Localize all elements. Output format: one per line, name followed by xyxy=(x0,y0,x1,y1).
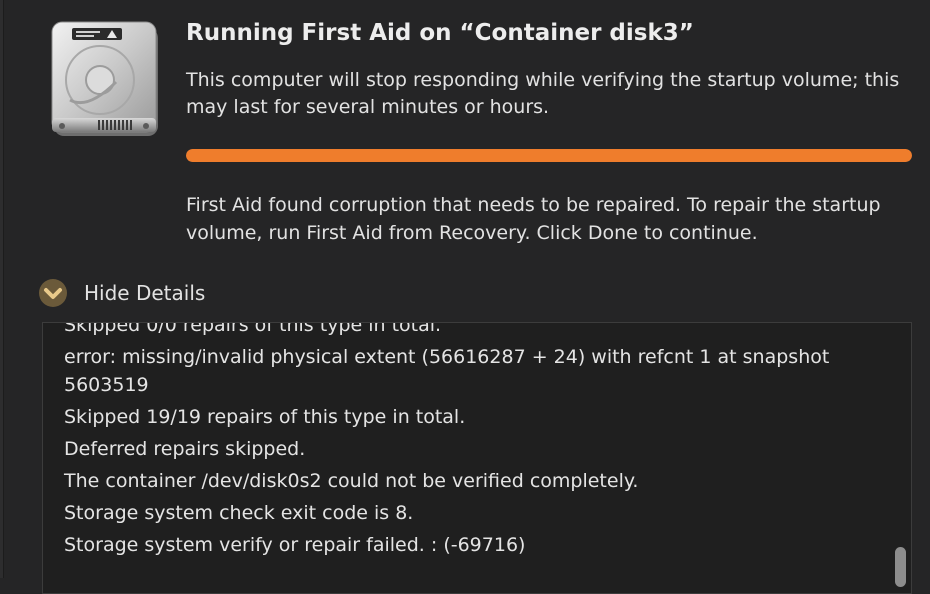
hide-details-label[interactable]: Hide Details xyxy=(84,281,205,305)
log-line: error: missing/invalid physical extent (… xyxy=(64,346,830,396)
log-content: Skipped 0/0 repairs of this type in tota… xyxy=(64,322,854,561)
progress-fill xyxy=(186,149,912,162)
log-line: Storage system check exit code is 8. xyxy=(64,502,414,524)
dialog-title: Running First Aid on “Container disk3” xyxy=(186,20,694,46)
dialog-message: This computer will stop responding while… xyxy=(186,69,900,118)
hard-disk-icon xyxy=(51,21,158,136)
log-scrollbar[interactable] xyxy=(895,547,906,587)
result-message: First Aid found corruption that needs to… xyxy=(186,194,881,244)
log-line: Skipped 0/0 repairs of this type in tota… xyxy=(64,322,442,336)
chevron-disclosure-icon[interactable] xyxy=(38,278,68,308)
log-line: The container /dev/disk0s2 could not be … xyxy=(64,470,639,492)
details-log[interactable]: Skipped 0/0 repairs of this type in tota… xyxy=(42,322,912,594)
log-line: Deferred repairs skipped. xyxy=(64,438,306,460)
progress-bar xyxy=(186,149,912,162)
log-line: Skipped 19/19 repairs of this type in to… xyxy=(64,406,466,428)
window-edge xyxy=(0,0,4,578)
log-line: Storage system verify or repair failed. … xyxy=(64,534,526,556)
hide-details-toggle[interactable]: Hide Details xyxy=(38,278,205,308)
